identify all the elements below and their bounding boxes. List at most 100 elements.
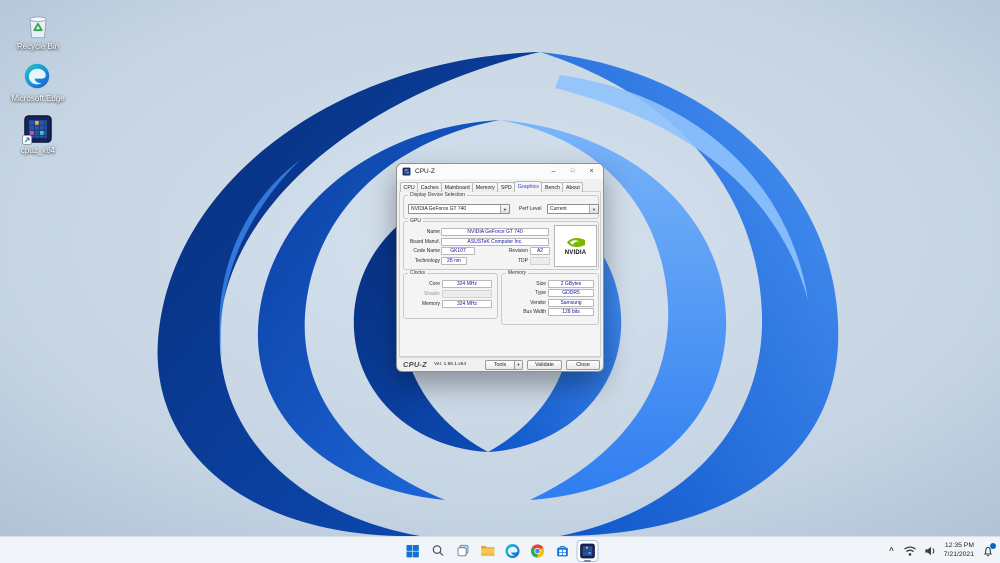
perf-level-select[interactable]: Current ▼ — [547, 204, 599, 214]
group-label: Clocks — [408, 270, 428, 277]
clocks-shader-value — [442, 290, 492, 298]
edge-icon — [505, 543, 520, 558]
tab-mainboard[interactable]: Mainboard — [441, 182, 474, 192]
clocks-memory-value: 324 MHz — [442, 300, 492, 308]
gpu-name-label: Name — [426, 229, 440, 235]
edge-icon — [23, 62, 53, 92]
tab-memory[interactable]: Memory — [472, 182, 499, 192]
tray-time: 12:35 PM — [944, 541, 974, 549]
memory-size-label: Size — [536, 280, 546, 287]
memory-buswidth-label: Bus Width — [523, 309, 546, 315]
clock[interactable]: 12:35 PM 7/21/2021 — [944, 542, 974, 560]
desktop-icon-label: Recycle Bin — [16, 42, 60, 51]
cpuz-chip-icon — [580, 543, 595, 558]
perf-level-value: Current — [550, 206, 567, 212]
graphics-tab-page: Display Device Selection NVIDIA GeForce … — [399, 191, 601, 357]
search-icon — [432, 545, 443, 556]
desktop-icon-edge[interactable]: Microsoft Edge — [6, 62, 70, 103]
task-view-icon — [457, 544, 468, 557]
gpu-technology-value: 28 nm — [441, 256, 467, 265]
close-button[interactable]: × — [582, 164, 601, 178]
edge-button[interactable] — [502, 540, 524, 562]
memory-buswidth-value: 128 bits — [548, 308, 594, 316]
validate-button[interactable]: Validate — [527, 359, 562, 370]
chrome-button[interactable] — [527, 540, 549, 562]
cpuz-footer-logo: CPU-Z — [403, 360, 427, 369]
desktop-icon-list: Recycle Bin Microsoft Edge cpuz_x64 — [6, 10, 70, 156]
perf-level-label: Perf Level — [519, 206, 542, 212]
gpu-technology-label: Technology — [414, 257, 440, 264]
hidden-icons-chevron[interactable]: ^ — [887, 546, 896, 555]
close-window-button[interactable]: Close — [566, 359, 600, 370]
tray-date: 7/21/2021 — [943, 550, 974, 558]
task-view-button[interactable] — [452, 540, 474, 562]
shortcut-arrow-icon — [22, 135, 32, 146]
version-text: Ver. 1.96.1.x64 — [434, 362, 467, 367]
system-tray: ^ 12:35 PM 7/21/2021 — [887, 537, 996, 563]
titlebar[interactable]: CPU-Z – □ × — [397, 164, 603, 179]
memory-vendor-label: Vendor — [530, 299, 546, 306]
desktop-icon-recycle-bin[interactable]: Recycle Bin — [6, 10, 70, 51]
group-label: Display Device Selection — [408, 192, 468, 199]
chevron-down-icon: ▼ — [589, 205, 598, 213]
wifi-icon[interactable] — [903, 545, 917, 557]
window-title: CPU-Z — [415, 168, 435, 175]
gpu-revision-label: Revision — [508, 248, 528, 254]
tab-about[interactable]: About — [562, 182, 584, 192]
file-explorer-icon — [481, 545, 495, 556]
window-controls: – □ × — [544, 164, 601, 178]
minimize-button[interactable]: – — [544, 164, 563, 178]
cpuz-window: CPU-Z – □ × CPU Caches Mainboard Memory … — [396, 163, 604, 372]
clocks-core-label: Core — [429, 281, 440, 287]
nvidia-logo: NVIDIA — [554, 225, 597, 267]
desktop-icon-label: cpuz_x64 — [20, 146, 56, 156]
group-label: Memory — [506, 270, 529, 277]
tools-button[interactable]: Tools ▼ — [485, 359, 523, 370]
search-button[interactable] — [427, 540, 449, 562]
notification-center-button[interactable] — [981, 542, 996, 558]
tab-bench[interactable]: Bench — [541, 182, 564, 192]
tab-graphics[interactable]: Graphics — [514, 181, 543, 192]
desktop-icon-cpuz[interactable]: cpuz_x64 — [6, 114, 70, 155]
clocks-shader-label: Shader — [423, 291, 440, 297]
display-device-select[interactable]: NVIDIA GeForce GT 740 ▼ — [408, 204, 510, 214]
tab-bar: CPU Caches Mainboard Memory SPD Graphics… — [400, 181, 584, 192]
clocks-core-value: 324 MHz — [442, 280, 492, 288]
cpuz-chip-icon — [22, 114, 53, 146]
store-icon — [557, 545, 568, 556]
tab-caches[interactable]: Caches — [417, 182, 443, 192]
gpu-revision-value: A2 — [530, 247, 550, 255]
recycle-bin-icon — [23, 10, 53, 40]
cpuz-taskbar-button[interactable] — [576, 539, 599, 562]
volume-icon[interactable] — [924, 545, 937, 557]
display-device-value: NVIDIA GeForce GT 740 — [411, 206, 467, 212]
desktop-icon-label: Microsoft Edge — [11, 94, 65, 104]
nvidia-eye-icon — [566, 238, 585, 247]
group-label: GPU — [408, 218, 423, 225]
cpuz-app-icon — [402, 167, 411, 176]
nvidia-logo-text: NVIDIA — [564, 250, 587, 256]
gpu-tdp-label: TDP — [518, 257, 528, 264]
tab-cpu[interactable]: CPU — [400, 182, 419, 192]
memory-size-value: 2 GBytes — [548, 279, 594, 288]
window-footer: CPU-Z Ver. 1.96.1.x64 Tools ▼ Validate C… — [399, 357, 601, 370]
chevron-down-icon: ▼ — [500, 205, 509, 213]
screen: Recycle Bin Microsoft Edge cpuz_x64 CPU-… — [0, 0, 1000, 563]
clocks-memory-label: Memory — [421, 301, 440, 307]
store-button[interactable] — [552, 540, 574, 562]
memory-type-label: Type — [535, 290, 546, 296]
memory-vendor-value: Samsung — [548, 298, 594, 307]
chrome-icon — [530, 543, 545, 558]
taskbar: ^ 12:35 PM 7/21/2021 — [0, 536, 1000, 563]
chevron-down-icon[interactable]: ▼ — [514, 360, 522, 369]
taskbar-center — [402, 537, 599, 563]
maximize-button[interactable]: □ — [563, 164, 582, 178]
file-explorer-button[interactable] — [477, 540, 499, 562]
gpu-board-value: ASUSTeK Computer Inc. — [441, 237, 549, 246]
tab-spd[interactable]: SPD — [497, 182, 516, 192]
active-app-indicator — [584, 559, 591, 562]
gpu-codename-label: Code Name — [413, 248, 440, 254]
gpu-name-value: NVIDIA GeForce GT 740 — [441, 228, 549, 236]
memory-type-value: GDDR5 — [548, 289, 594, 297]
start-button[interactable] — [402, 540, 424, 562]
